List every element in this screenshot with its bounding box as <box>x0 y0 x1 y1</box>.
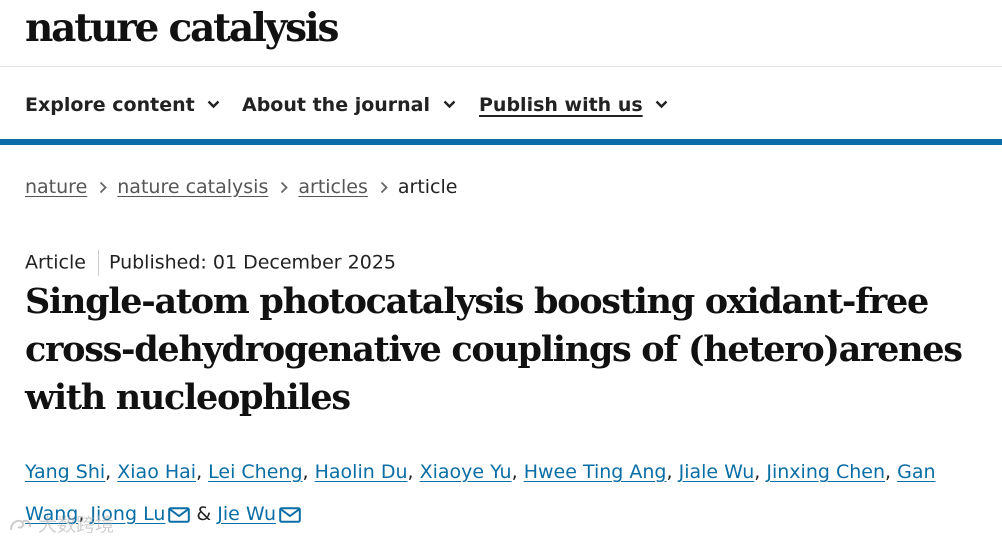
breadcrumb-link-articles[interactable]: articles <box>298 176 368 198</box>
chevron-down-icon <box>655 100 668 109</box>
breadcrumb: nature nature catalysis articles article <box>25 175 457 199</box>
article-title: Single-atom photocatalysis boosting oxid… <box>25 281 963 418</box>
chevron-right-icon <box>281 181 289 194</box>
watermark-text: 大数跨境 <box>38 514 115 536</box>
article-meta: Article Published: 01 December 2025 <box>25 250 396 276</box>
published-date: Published: 01 December 2025 <box>108 251 397 274</box>
author-link[interactable]: Jiale Wu <box>679 461 755 483</box>
nav-publish-with-us-label: Publish with us <box>479 93 643 116</box>
watermark-logo-icon <box>10 519 32 531</box>
breadcrumb-current: article <box>397 176 458 198</box>
logo-bar: nature catalysis <box>0 0 1002 67</box>
breadcrumb-link-nature[interactable]: nature <box>25 176 87 198</box>
watermark: 大数跨境 <box>8 510 114 537</box>
chevron-down-icon <box>207 100 220 109</box>
author-link[interactable]: Lei Cheng <box>208 461 302 483</box>
meta-divider <box>97 250 99 276</box>
chevron-down-icon <box>443 100 455 109</box>
article-type: Article <box>25 251 86 274</box>
author-list: Yang Shi, Xiao Hai, Lei Cheng, Haolin Du… <box>25 461 936 525</box>
author-link[interactable]: Hwee Ting Ang <box>524 461 667 483</box>
nav-explore-content-label: Explore content <box>25 93 195 116</box>
author-link[interactable]: Haolin Du <box>315 461 408 483</box>
nav-explore-content[interactable]: Explore content <box>25 92 220 117</box>
author-link[interactable]: Xiaoye Yu <box>420 461 512 483</box>
author-connector: & <box>196 503 212 525</box>
nav-publish-with-us[interactable]: Publish with us <box>479 92 668 117</box>
author-link[interactable]: Jie Wu <box>217 503 276 525</box>
chevron-right-icon <box>100 181 108 194</box>
nav-about-journal-label: About the journal <box>242 93 431 116</box>
mail-icon[interactable] <box>168 507 191 523</box>
main-nav: Explore content About the journal Publis… <box>0 67 1002 139</box>
breadcrumb-link-nature-catalysis[interactable]: nature catalysis <box>117 176 268 198</box>
author-link[interactable]: Xiao Hai <box>117 461 196 483</box>
header-accent-rule <box>0 139 1002 145</box>
nav-about-journal[interactable]: About the journal <box>242 92 456 117</box>
journal-logo[interactable]: nature catalysis <box>25 4 339 52</box>
author-link[interactable]: Jinxing Chen <box>766 461 885 483</box>
author-link[interactable]: Yang Shi <box>25 461 105 483</box>
chevron-right-icon <box>380 181 388 194</box>
mail-icon[interactable] <box>279 507 301 523</box>
